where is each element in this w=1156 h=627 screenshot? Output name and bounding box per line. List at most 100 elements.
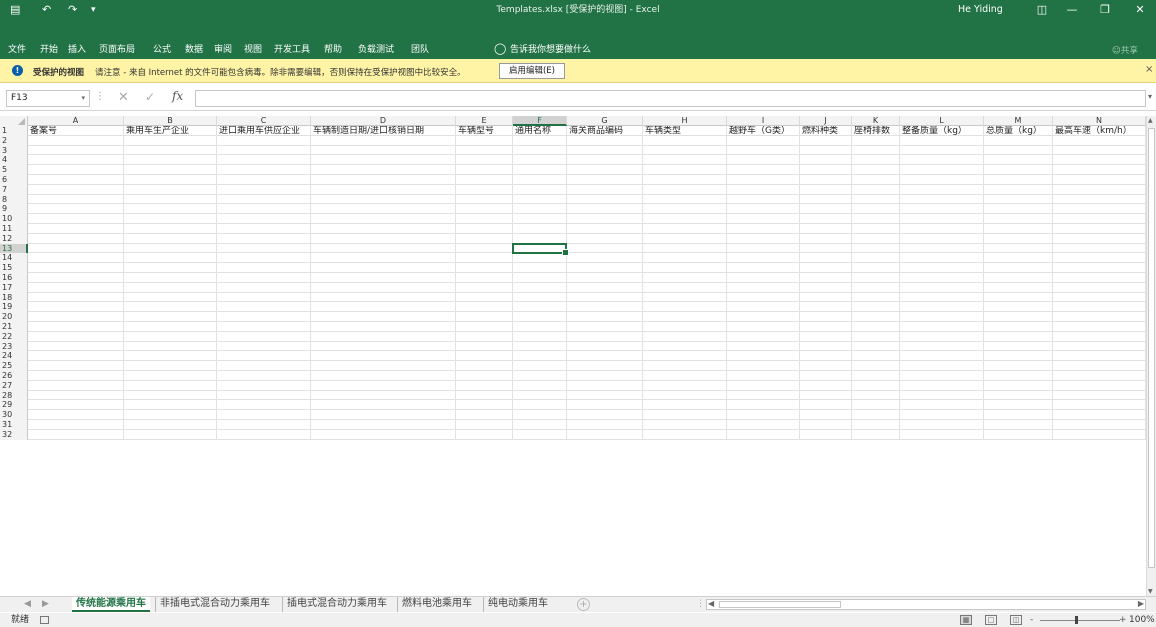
cell[interactable] <box>900 253 984 264</box>
scroll-right-icon[interactable]: ▶ <box>1138 599 1144 608</box>
row-header[interactable]: 2 <box>0 135 28 146</box>
cell[interactable] <box>984 145 1053 156</box>
cell[interactable]: 座椅排数 <box>852 126 900 136</box>
close-icon[interactable]: ✕ <box>1128 2 1152 18</box>
cell[interactable] <box>124 361 217 371</box>
row-header[interactable]: 26 <box>0 371 28 381</box>
cell[interactable] <box>800 331 852 342</box>
cell[interactable] <box>852 341 900 352</box>
cell[interactable] <box>28 331 124 342</box>
cell[interactable] <box>124 371 217 381</box>
cell[interactable] <box>28 214 124 224</box>
cell[interactable] <box>643 302 727 313</box>
cell[interactable] <box>217 224 311 234</box>
cell[interactable] <box>800 135 852 146</box>
cell[interactable] <box>900 292 984 303</box>
cell[interactable] <box>800 214 852 224</box>
cell[interactable] <box>900 400 984 411</box>
cell[interactable] <box>852 253 900 264</box>
cell[interactable] <box>800 145 852 156</box>
cell[interactable] <box>1053 410 1146 420</box>
cell[interactable] <box>984 135 1053 146</box>
cell[interactable] <box>984 322 1053 332</box>
cell[interactable] <box>1053 429 1146 440</box>
cell[interactable] <box>311 390 456 401</box>
cell[interactable]: 越野车（G类） <box>727 126 800 136</box>
cell[interactable] <box>1053 331 1146 342</box>
cell[interactable] <box>456 155 513 166</box>
cell[interactable] <box>1053 400 1146 411</box>
cell[interactable] <box>852 429 900 440</box>
cell[interactable] <box>124 204 217 215</box>
column-header[interactable]: G <box>567 116 643 126</box>
cell[interactable] <box>28 361 124 371</box>
cell[interactable] <box>311 145 456 156</box>
cell[interactable] <box>643 380 727 391</box>
cell[interactable] <box>643 214 727 224</box>
cell[interactable] <box>727 224 800 234</box>
cell[interactable] <box>124 341 217 352</box>
cell[interactable] <box>984 420 1053 430</box>
cell[interactable] <box>900 429 984 440</box>
row-header[interactable]: 20 <box>0 312 28 322</box>
cell[interactable] <box>456 302 513 313</box>
cell[interactable] <box>984 312 1053 322</box>
cell[interactable] <box>800 429 852 440</box>
cell[interactable] <box>727 184 800 195</box>
cell[interactable] <box>456 420 513 430</box>
cell[interactable] <box>124 282 217 293</box>
column-header[interactable]: E <box>456 116 513 126</box>
cell[interactable] <box>984 361 1053 371</box>
cell[interactable] <box>800 204 852 215</box>
tab-file[interactable]: 文件 <box>8 44 26 56</box>
cell[interactable] <box>567 380 643 391</box>
cell[interactable] <box>852 145 900 156</box>
cell[interactable] <box>456 204 513 215</box>
cell[interactable] <box>28 145 124 156</box>
cell[interactable] <box>900 390 984 401</box>
cell[interactable] <box>217 243 311 254</box>
user-name[interactable]: He Yiding <box>958 4 1003 16</box>
cell[interactable] <box>727 253 800 264</box>
cell[interactable] <box>311 194 456 205</box>
cell[interactable] <box>1053 312 1146 322</box>
cell[interactable] <box>311 135 456 146</box>
cell[interactable] <box>852 400 900 411</box>
cell[interactable] <box>900 155 984 166</box>
cell[interactable] <box>1053 253 1146 264</box>
add-sheet-icon[interactable]: + <box>577 598 590 611</box>
scroll-down-icon[interactable]: ▼ <box>1148 588 1153 595</box>
cell[interactable] <box>217 233 311 244</box>
cell[interactable] <box>217 312 311 322</box>
cell[interactable] <box>28 429 124 440</box>
sheet-tab[interactable]: 传统能源乘用车 <box>72 597 150 612</box>
cell[interactable] <box>513 175 567 185</box>
cell[interactable] <box>852 351 900 362</box>
cell[interactable] <box>217 263 311 273</box>
cell[interactable] <box>217 420 311 430</box>
cell[interactable] <box>643 165 727 175</box>
cell[interactable] <box>311 233 456 244</box>
scroll-up-icon[interactable]: ▲ <box>1148 117 1153 124</box>
cell[interactable] <box>900 135 984 146</box>
cell[interactable] <box>727 243 800 254</box>
spreadsheet-grid[interactable]: ABCDEFGHIJKLMN 1 备案号 乘用车生产企业 进口乘用车供应企业 车辆制造日… <box>0 116 1146 596</box>
cell[interactable] <box>311 420 456 430</box>
cell[interactable] <box>727 175 800 185</box>
cell[interactable] <box>513 400 567 411</box>
cell[interactable] <box>311 292 456 303</box>
cell[interactable] <box>513 420 567 430</box>
cell[interactable] <box>643 194 727 205</box>
cell[interactable] <box>513 165 567 175</box>
cell[interactable] <box>567 361 643 371</box>
cell[interactable] <box>456 194 513 205</box>
cell[interactable] <box>852 224 900 234</box>
cell[interactable] <box>567 273 643 283</box>
cell[interactable] <box>28 400 124 411</box>
cell[interactable] <box>311 361 456 371</box>
column-header[interactable]: A <box>28 116 124 126</box>
cell[interactable] <box>567 165 643 175</box>
restore-icon[interactable]: ❐ <box>1093 2 1117 18</box>
cell[interactable] <box>800 420 852 430</box>
column-header[interactable]: H <box>643 116 727 126</box>
